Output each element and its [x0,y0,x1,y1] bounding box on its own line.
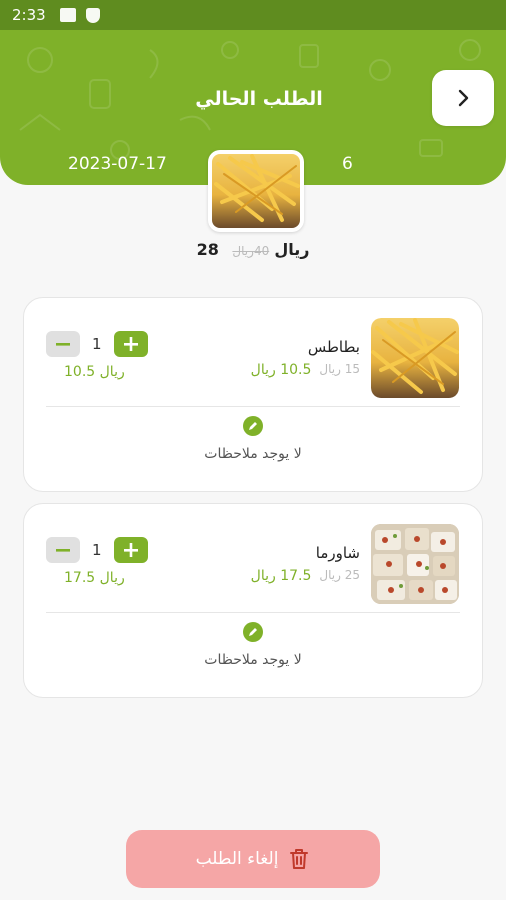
back-button[interactable] [432,70,494,126]
fries-image [212,154,300,228]
minus-icon [56,343,70,346]
divider [46,612,460,613]
chevron-right-icon [458,89,469,107]
item-new-price: 17.5 ريال [250,568,312,584]
order-prices: 28 ريال 40ريال [0,240,506,259]
quantity-stepper: 1 [46,537,148,563]
trash-icon [290,849,309,869]
fries-image [371,318,459,398]
quantity-stepper: 1 [46,331,148,357]
item-old-price: 15 ريال [319,362,360,376]
plus-icon [123,337,138,351]
minus-icon [56,549,70,552]
item-new-price: 10.5 ريال [250,362,312,378]
cart-item-card: بطاطس 15 ريال 10.5 ريال 1 10.5 ريال لا ي… [23,297,483,492]
cancel-order-button[interactable]: إلغاء الطلب [126,830,380,888]
item-note: لا يوجد ملاحظات [204,446,302,462]
cancel-order-label: إلغاء الطلب [195,849,279,869]
quantity-value: 1 [92,541,102,559]
pencil-icon[interactable] [243,416,263,436]
decrease-quantity-button[interactable] [46,537,80,563]
item-note: لا يوجد ملاحظات [204,652,302,668]
item-prices: 25 ريال 17.5 ريال [251,568,360,584]
shield-icon [85,7,100,23]
status-time: 2:33 [12,6,46,24]
decrease-quantity-button[interactable] [46,331,80,357]
increase-quantity-button[interactable] [113,537,148,563]
item-name: شاورما [315,544,360,562]
item-line-total: 17.5 ريال [64,570,125,586]
status-bar: 2:33 [0,0,506,30]
pencil-icon[interactable] [243,622,263,642]
item-prices: 15 ريال 10.5 ريال [251,362,360,378]
shawarma-image [371,524,459,604]
order-old-price: 40ريال [232,244,270,258]
order-date: 2023-07-17 [68,154,167,174]
item-old-price: 25 ريال [319,568,360,582]
image-icon [59,8,76,22]
divider [46,406,460,407]
plus-icon [123,543,138,557]
order-count: 6 [342,154,353,174]
page-title: الطلب الحالي [195,88,323,110]
item-line-total: 10.5 ريال [64,364,125,380]
increase-quantity-button[interactable] [113,331,148,357]
item-name: بطاطس [307,338,360,356]
order-image [208,150,304,232]
quantity-value: 1 [92,335,102,353]
cart-item-card: شاورما 25 ريال 17.5 ريال 1 17.5 ريال لا … [23,503,483,698]
